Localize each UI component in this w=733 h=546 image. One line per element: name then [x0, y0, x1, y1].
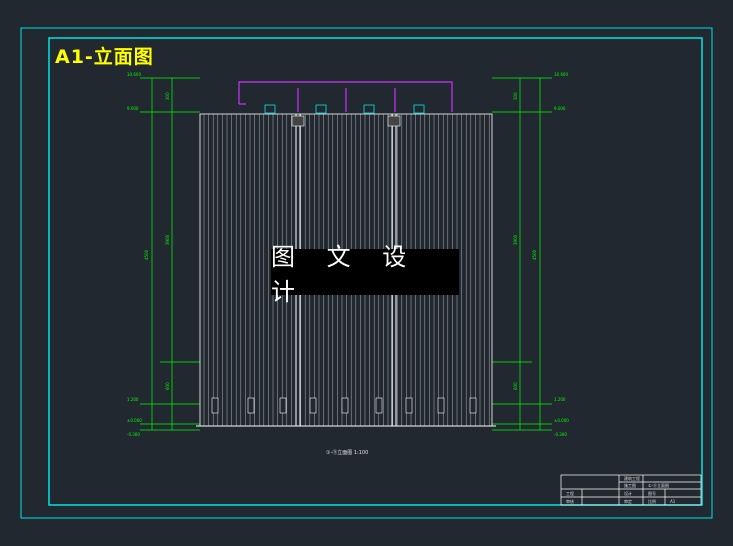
elev-right-top: 10.600	[554, 72, 568, 77]
tb-row4-b: 审定	[624, 499, 632, 504]
svg-text:3900: 3900	[165, 234, 170, 245]
elev-left-base: -0.300	[127, 432, 140, 437]
left-dimension-lines	[140, 77, 200, 431]
ground-opening	[341, 397, 349, 414]
tb-row3-a: 工程	[566, 491, 574, 496]
tb-row4-d: A1	[670, 499, 676, 504]
svg-text:300: 300	[165, 92, 170, 100]
elev-left-top: 10.600	[127, 72, 141, 77]
tb-row3-c: 图号	[648, 491, 656, 496]
elev-right-roof: 9.000	[554, 106, 566, 111]
ground-opening	[375, 397, 383, 414]
ground-opening	[309, 397, 317, 414]
elev-right-low: 1.200	[554, 397, 566, 402]
elev-left-low: 1.200	[127, 397, 139, 402]
svg-text:4500: 4500	[532, 249, 537, 260]
svg-text:4500: 4500	[144, 249, 149, 260]
right-dimension-lines	[492, 77, 552, 431]
column-cap-right	[387, 115, 401, 127]
tb-stage: 施工图	[624, 483, 636, 488]
ground-opening	[405, 397, 413, 414]
tb-row4-a: 审核	[566, 499, 574, 504]
elev-left-ground: ±0.000	[127, 418, 142, 423]
svg-text:600: 600	[513, 382, 518, 390]
ground-opening	[247, 397, 255, 414]
tb-project: 建筑工程	[624, 476, 640, 481]
svg-text:3900: 3900	[513, 234, 518, 245]
elev-right-ground: ±0.000	[554, 418, 569, 423]
svg-text:300: 300	[513, 92, 518, 100]
column-cap-left	[291, 115, 305, 127]
tb-row4-c: 比例	[648, 499, 656, 504]
ground-opening	[437, 397, 445, 414]
roof-parapet	[238, 81, 453, 112]
ground-openings	[211, 397, 477, 414]
ground-opening	[469, 397, 477, 414]
ground-opening	[279, 397, 287, 414]
ground-opening	[211, 397, 219, 414]
roof-vents	[264, 104, 425, 114]
svg-text:600: 600	[165, 382, 170, 390]
elevation-caption: ①-⑪立面图 1:100	[326, 450, 369, 456]
drawing-title: A1-立面图	[55, 46, 154, 68]
watermark-badge: 图 文 设 计	[271, 243, 459, 306]
elev-left-roof: 9.000	[127, 106, 139, 111]
tb-row3-b: 设计	[624, 491, 632, 496]
elev-right-base: -0.300	[554, 432, 567, 437]
tb-sheet-name: ①-⑪立面图	[648, 483, 670, 488]
